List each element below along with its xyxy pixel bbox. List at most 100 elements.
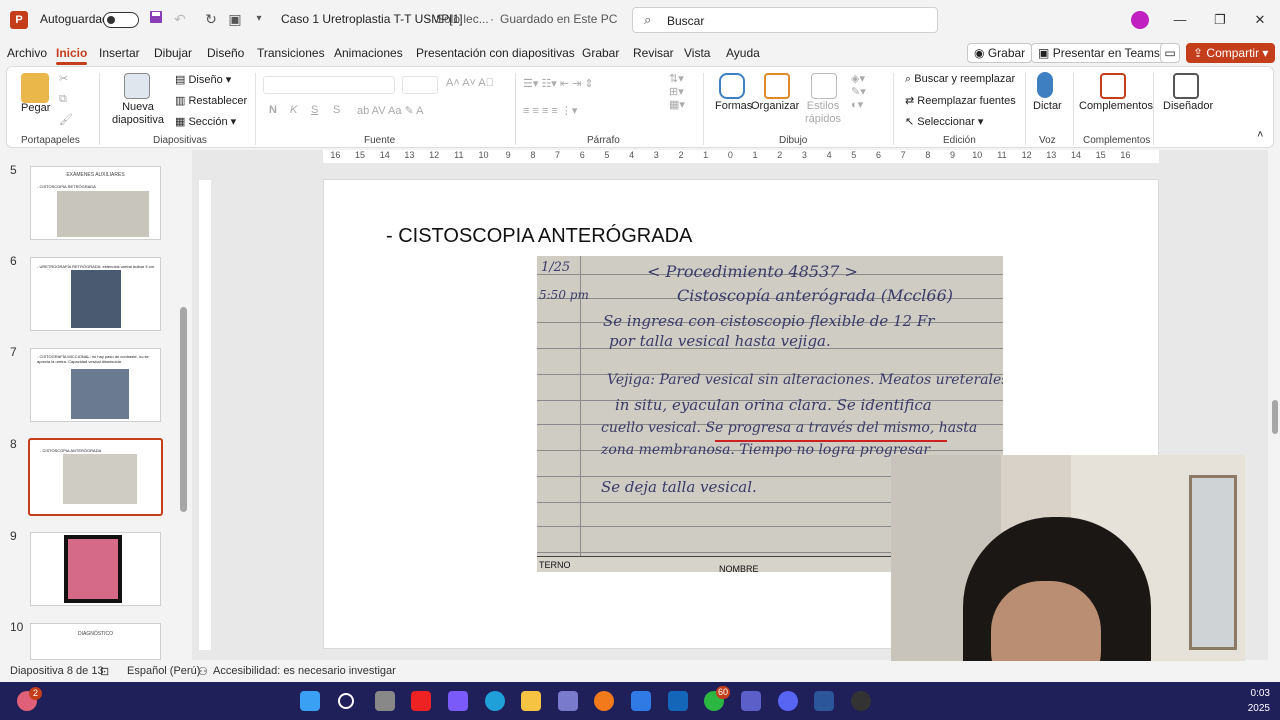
start-slideshow-icon[interactable]: ▣ — [226, 10, 244, 28]
find-replace-button[interactable]: ⌕ Buscar y reemplazar — [905, 73, 1015, 86]
cut-icon[interactable]: ✂ — [59, 72, 68, 85]
dropbox-icon[interactable] — [631, 691, 651, 711]
search-icon[interactable] — [338, 693, 354, 709]
tab-presentacion[interactable]: Presentación con diapositivas — [416, 46, 575, 60]
thumbnail-caption: - URETROGRAFÍA RETRÓGRADA: estenosis ure… — [37, 264, 154, 269]
quick-styles-label[interactable]: Estilos rápidos — [800, 100, 846, 126]
chatgpt-icon[interactable] — [851, 691, 871, 711]
paste-icon[interactable] — [21, 73, 49, 103]
list-icons[interactable]: ☰▾ ☷▾ ⇤ ⇥ ⇕ — [523, 77, 594, 90]
record-button[interactable]: ◉ Grabar — [967, 43, 1033, 63]
save-icon[interactable] — [147, 10, 165, 28]
search-icon: ⌕ — [644, 12, 652, 27]
font-size-select[interactable] — [402, 76, 438, 94]
shapes-label[interactable]: Formas — [715, 100, 752, 112]
search-box[interactable]: ⌕ Buscar — [632, 7, 938, 33]
status-bar: Diapositiva 8 de 13 ⊡ Español (Perú) ⚇ A… — [0, 661, 1280, 682]
tab-animaciones[interactable]: Animaciones — [334, 46, 403, 60]
replace-fonts-button[interactable]: ⇄ Reemplazar fuentes — [905, 94, 1016, 107]
select-button[interactable]: ↖ Seleccionar ▾ — [905, 115, 983, 128]
restore-icon[interactable]: ❐ — [1208, 8, 1232, 32]
share-button[interactable]: ⇪ Compartir ▾ — [1186, 43, 1276, 63]
present-teams-button[interactable]: ▣ Presentar en Teams — [1031, 43, 1167, 63]
tab-dibujar[interactable]: Dibujar — [154, 46, 192, 60]
reset-button[interactable]: ▥ Restablecer — [175, 94, 247, 107]
redo-icon[interactable]: ↻ — [202, 10, 220, 28]
grow-font-icon[interactable]: A˄ A˅ A⃠ — [446, 77, 494, 89]
slide-thumbnail[interactable]: - URETROGRAFÍA RETRÓGRADA: estenosis ure… — [30, 257, 161, 331]
align-icons[interactable]: ≡ ≡ ≡ ≡ ⋮▾ — [523, 104, 577, 117]
windows-start-icon[interactable] — [300, 691, 320, 711]
clock[interactable]: 0:03 2025 — [1248, 686, 1270, 716]
layout-button[interactable]: ▤ Diseño ▾ — [175, 73, 231, 86]
undo-icon[interactable]: ↶ — [171, 10, 189, 28]
customize-toolbar-icon[interactable]: ▾ — [250, 10, 268, 28]
task-view-icon[interactable] — [375, 691, 395, 711]
text-direction-icons[interactable]: ⇅▾ ⊞▾ ▦▾ — [669, 72, 685, 111]
designer-label[interactable]: Diseñador — [1163, 100, 1213, 112]
comments-icon[interactable]: ▭ — [1160, 43, 1180, 63]
word-icon[interactable] — [814, 691, 834, 711]
slide-thumbnail-selected[interactable]: - CISTOSCOPIA ANTERÓGRADA — [28, 438, 163, 516]
slide-title[interactable]: - CISTOSCOPIA ANTERÓGRADA — [386, 225, 692, 248]
microphone-icon[interactable] — [1037, 72, 1053, 98]
accessibility-status[interactable]: Accesibilidad: es necesario investigar — [213, 665, 396, 677]
tab-vista[interactable]: Vista — [684, 46, 710, 60]
accessibility-icon[interactable]: ⚇ — [198, 665, 208, 678]
tab-diseno[interactable]: Diseño — [207, 46, 244, 60]
firefox-icon[interactable] — [594, 691, 614, 711]
new-slide-label[interactable]: Nueva diapositiva — [110, 101, 166, 127]
font-extra-icons[interactable]: ab AV Aa ✎ A — [357, 104, 424, 117]
tab-inicio[interactable]: Inicio — [56, 46, 88, 65]
new-slide-icon[interactable] — [124, 73, 150, 99]
edge-icon[interactable] — [485, 691, 505, 711]
slide-thumbnails-pane: 5 EXÁMENES AUXILIARES - CISTOSCOPIA RETR… — [0, 150, 190, 660]
bold-button[interactable]: N — [269, 104, 277, 116]
spelling-icon[interactable]: ⊡ — [100, 665, 109, 678]
thumbnails-scrollbar[interactable] — [180, 307, 187, 512]
dictate-label[interactable]: Dictar — [1033, 100, 1062, 112]
tab-archivo[interactable]: Archivo — [7, 46, 47, 60]
format-painter-icon[interactable]: 🖌 — [59, 113, 73, 126]
tab-ayuda[interactable]: Ayuda — [726, 46, 760, 60]
designer-icon[interactable] — [1173, 73, 1199, 99]
tab-grabar[interactable]: Grabar — [582, 46, 619, 60]
slide-thumbnail[interactable]: DIAGNÓSTICO — [30, 623, 161, 660]
avatar[interactable] — [1131, 11, 1149, 29]
slide-thumbnail[interactable]: EXÁMENES AUXILIARES - CISTOSCOPIA RETRÓG… — [30, 166, 161, 240]
arrange-label[interactable]: Organizar — [751, 100, 799, 112]
copy-icon[interactable]: ⧉ — [59, 93, 67, 106]
copilot-app-icon[interactable] — [448, 691, 468, 711]
addins-label[interactable]: Complementos — [1079, 100, 1153, 112]
underline-button[interactable]: S — [311, 104, 318, 116]
font-family-select[interactable] — [263, 76, 395, 94]
saved-location[interactable]: Guardado en Este PC — [500, 12, 617, 26]
paste-label[interactable]: Pegar — [21, 102, 50, 114]
discord-icon[interactable] — [778, 691, 798, 711]
canvas-scrollbar[interactable] — [1270, 150, 1280, 660]
taskbar: 2 60 0:03 2025 — [0, 682, 1280, 720]
language-indicator[interactable]: Español (Perú) — [127, 665, 200, 677]
autosave-toggle[interactable] — [103, 12, 139, 28]
minimize-icon[interactable]: — — [1168, 8, 1192, 32]
teams-icon[interactable] — [741, 691, 761, 711]
italic-button[interactable]: K — [290, 104, 297, 116]
shadow-button[interactable]: S — [333, 104, 340, 116]
quick-styles-icon[interactable] — [811, 73, 837, 99]
addins-icon[interactable] — [1100, 73, 1126, 99]
collapse-ribbon-icon[interactable]: ˄ — [1257, 129, 1263, 141]
youtube-icon[interactable] — [411, 691, 431, 711]
outlook-icon[interactable] — [668, 691, 688, 711]
slide-thumbnail[interactable] — [30, 532, 161, 606]
section-button[interactable]: ▦ Sección ▾ — [175, 115, 236, 128]
file-explorer-icon[interactable] — [521, 691, 541, 711]
slide-thumbnail[interactable]: - CISTOGRAFÍA MICCIONAL: no hay paso de … — [30, 348, 161, 422]
close-icon[interactable]: ✕ — [1248, 8, 1272, 32]
shapes-icon[interactable] — [719, 73, 745, 99]
tab-revisar[interactable]: Revisar — [633, 46, 674, 60]
fill-outline-icons[interactable]: ◈▾ ✎▾ ◐▾ — [851, 72, 866, 111]
arrange-icon[interactable] — [764, 73, 790, 99]
store-icon[interactable] — [558, 691, 578, 711]
tab-transiciones[interactable]: Transiciones — [257, 46, 325, 60]
tab-insertar[interactable]: Insertar — [99, 46, 140, 60]
